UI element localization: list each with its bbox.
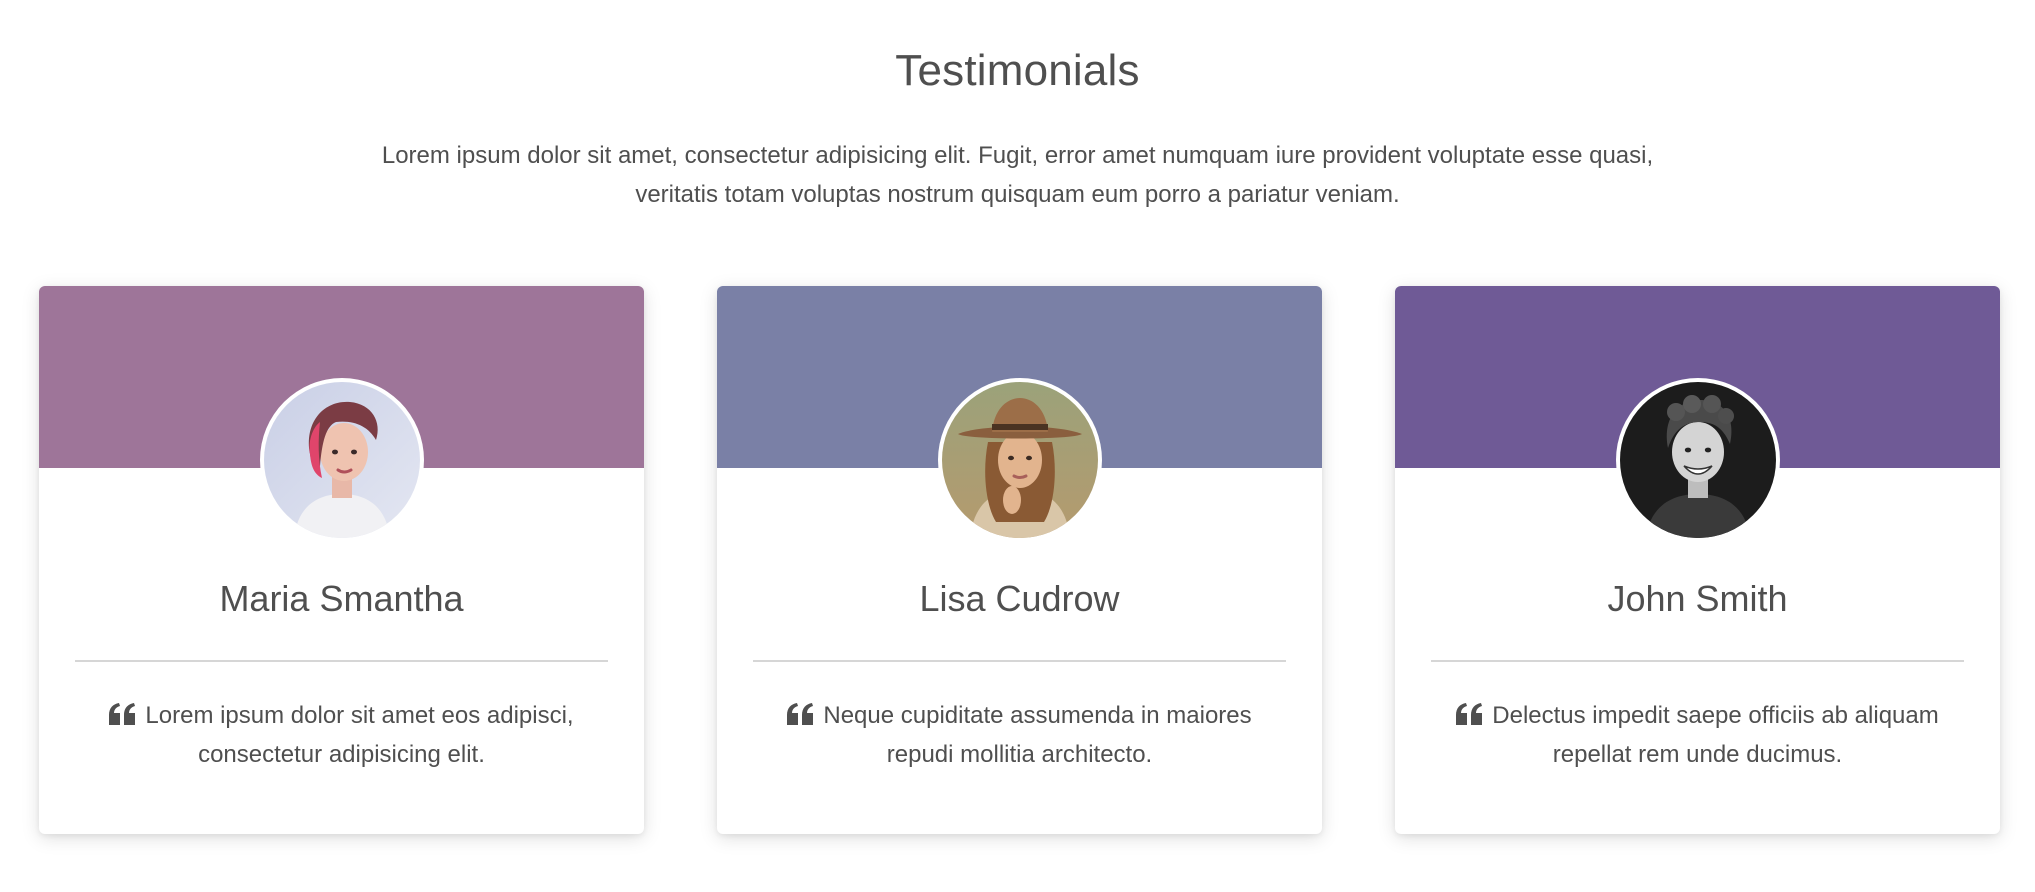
testimonial-quote: Lorem ipsum dolor sit amet eos adipisci,… bbox=[99, 696, 584, 774]
section-intro: Lorem ipsum dolor sit amet, consectetur … bbox=[381, 142, 1654, 208]
testimonials-section: Testimonials Lorem ipsum dolor sit amet,… bbox=[0, 0, 2035, 892]
avatar bbox=[260, 378, 424, 542]
avatar-woman-hat-icon bbox=[942, 382, 1098, 538]
section-title: Testimonials bbox=[895, 46, 1140, 95]
quote-left-icon bbox=[1456, 703, 1483, 725]
testimonial-name: Lisa Cudrow bbox=[919, 578, 1120, 619]
testimonial-quote-text: Delectus impedit saepe officiis ab aliqu… bbox=[1492, 702, 1939, 768]
testimonial-card: Maria Smantha Lorem ipsum dolor sit amet… bbox=[39, 286, 644, 834]
card-divider bbox=[1431, 660, 1964, 662]
testimonial-quote-text: Neque cupiditate assumenda in maiores re… bbox=[823, 702, 1252, 768]
avatar bbox=[1616, 378, 1780, 542]
testimonial-name: Maria Smantha bbox=[219, 578, 464, 619]
testimonial-quote: Delectus impedit saepe officiis ab aliqu… bbox=[1455, 696, 1940, 774]
testimonial-quote: Neque cupiditate assumenda in maiores re… bbox=[777, 696, 1262, 774]
testimonial-card: John Smith Delectus impedit saepe offici… bbox=[1395, 286, 2000, 834]
testimonial-quote-text: Lorem ipsum dolor sit amet eos adipisci,… bbox=[145, 702, 574, 768]
quote-left-icon bbox=[109, 703, 136, 725]
card-divider bbox=[753, 660, 1286, 662]
testimonial-card: Lisa Cudrow Neque cupiditate assumenda i… bbox=[717, 286, 1322, 834]
quote-left-icon bbox=[787, 703, 814, 725]
avatar bbox=[938, 378, 1102, 542]
avatar-man-monochrome-icon bbox=[1620, 382, 1776, 538]
testimonial-name: John Smith bbox=[1607, 578, 1788, 619]
card-divider bbox=[75, 660, 608, 662]
avatar-woman-pink-hair-icon bbox=[264, 382, 420, 538]
